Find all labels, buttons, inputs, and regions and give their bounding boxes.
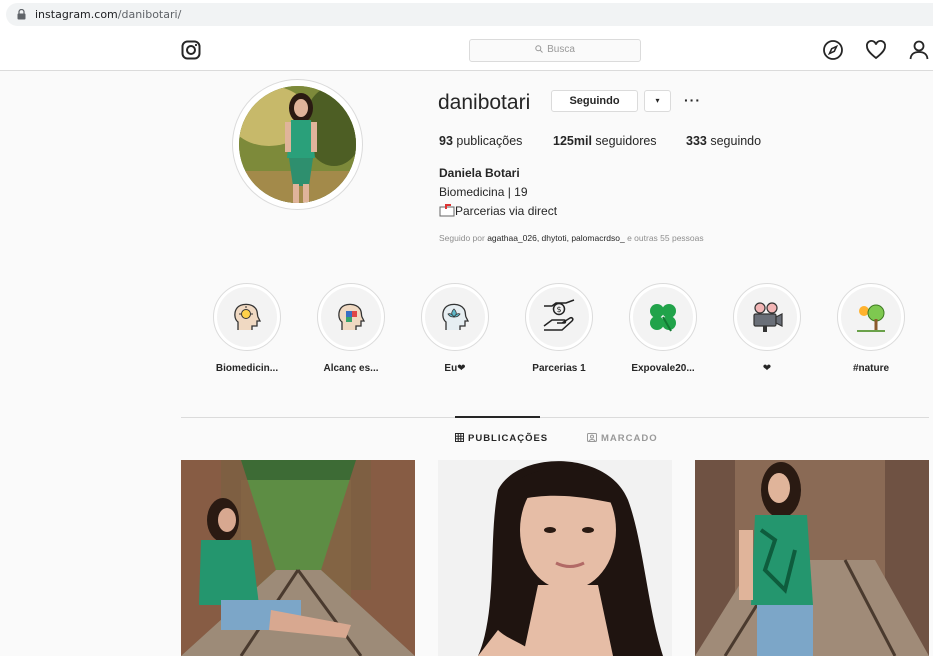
posts-label: publicações [456,134,523,148]
highlight-item[interactable]: ❤ [732,283,802,374]
heart-activity-icon[interactable] [865,39,887,61]
stat-followers[interactable]: 125mil seguidores [553,134,657,148]
followed-by-text[interactable]: Seguido por agathaa_026, dhytoti, paloma… [439,233,704,243]
followers-label: seguidores [595,134,657,148]
tab-tagged-label: MARCADO [601,433,658,444]
highlight-label: #nature [852,363,890,374]
highlight-item[interactable]: Eu❤ [420,283,490,374]
posts-count: 93 [439,134,453,148]
profile-user-icon[interactable] [908,39,930,61]
followers-count: 125mil [553,134,592,148]
head-puzzle-icon [338,303,366,330]
more-options-button[interactable]: ··· [684,92,701,108]
instagram-header: Busca [0,30,933,71]
movie-camera-icon [753,302,783,332]
tab-posts[interactable]: PUBLICAÇÕES [455,433,548,444]
highlight-item[interactable]: $ Parcerias 1 [524,283,594,374]
following-button[interactable]: Seguindo [551,90,638,112]
money-hand-icon: $ [543,299,575,331]
highlight-label: Eu❤ [444,363,466,374]
mailbox-icon [439,204,455,217]
tab-posts-label: PUBLICAÇÕES [468,433,549,444]
grid-icon [455,433,464,442]
highlight-label: ❤ [762,363,772,374]
stat-following[interactable]: 333 seguindo [686,134,761,148]
post-thumbnail[interactable] [181,460,415,656]
followed-prefix: Seguido por [439,233,488,243]
following-label: seguindo [710,134,762,148]
lock-icon [17,9,26,20]
url-host: instagram.com [35,8,118,21]
clover-icon [650,304,676,332]
profile-username: danibotari [438,91,531,114]
post-photo-art [181,460,415,656]
svg-text:$: $ [557,305,562,314]
profile-avatar[interactable] [232,79,363,210]
bio-line-1: Biomedicina | 19 [439,185,528,199]
avatar-photo-art [239,86,356,203]
post-photo-art [695,460,929,656]
instagram-logo-icon[interactable] [181,40,201,60]
highlight-item[interactable]: Expovale20... [628,283,698,374]
tabs-divider [181,417,929,418]
explore-compass-icon[interactable] [822,39,844,61]
post-photo-art [438,460,672,656]
highlight-item[interactable]: #nature [836,283,906,374]
search-placeholder: Busca [547,44,575,55]
search-input[interactable]: Busca [469,39,641,62]
head-lotus-icon [442,303,470,330]
browser-url-bar: instagram.com/danibotari/ [0,0,933,30]
following-count: 333 [686,134,707,148]
url-text[interactable]: instagram.com/danibotari/ [35,8,181,21]
tab-tagged[interactable]: MARCADO [587,433,658,444]
url-path: /danibotari/ [117,8,182,21]
sun-tree-icon [857,304,885,332]
highlight-label: Parcerias 1 [532,363,586,374]
bio-line-2: Parcerias via direct [439,204,557,218]
highlight-item[interactable]: Biomedicin... [212,283,282,374]
head-idea-icon [234,303,262,330]
highlight-label: Expovale20... [631,363,695,374]
stat-posts: 93 publicações [439,134,522,148]
suggestions-dropdown-button[interactable]: ▾ [644,90,671,112]
highlight-label: Biomedicin... [215,363,279,374]
avatar-photo [239,86,356,203]
highlight-item[interactable]: Alcanç es... [316,283,386,374]
bio-line-2-text: Parcerias via direct [455,204,558,218]
profile-full-name: Daniela Botari [439,166,520,180]
post-thumbnail[interactable] [695,460,929,656]
post-thumbnail[interactable] [438,460,672,656]
active-tab-indicator [455,416,540,418]
tagged-icon [587,433,597,442]
highlight-label: Alcanç es... [323,363,379,374]
followed-users: agathaa_026, dhytoti, palomacrdso_ [487,233,625,243]
search-icon [535,45,543,54]
followed-suffix: e outras 55 pessoas [624,233,704,243]
